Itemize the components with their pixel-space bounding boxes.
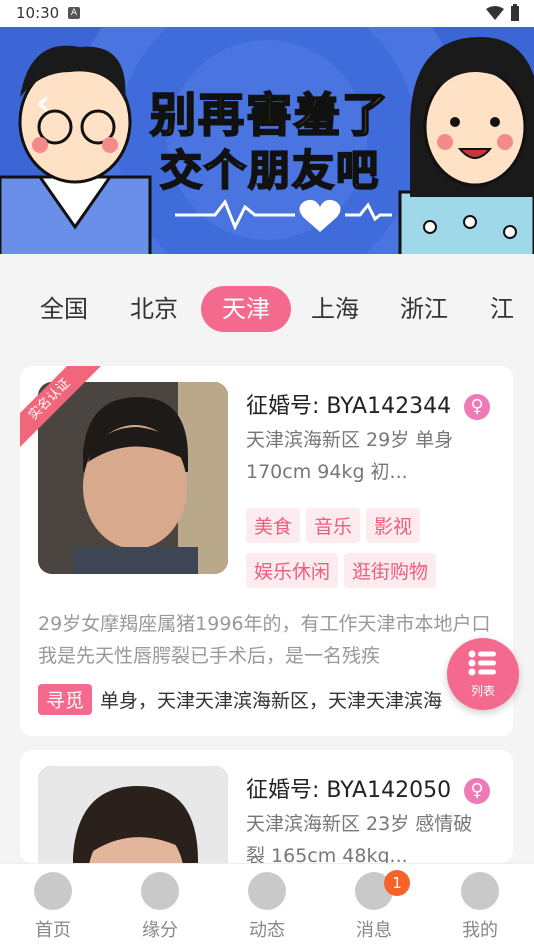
tab-shanghai[interactable]: 上海 [311,286,359,332]
portrait-image [38,382,228,574]
profile-info: 天津滨海新区 29岁 单身 170cm 94kg 初... [246,429,454,483]
profile-photo [38,766,228,863]
home-icon [34,872,72,910]
banner-title-line1: 别再害羞了 [149,87,390,143]
profile-id-label: 征婚号: [246,394,320,419]
list-view-label: 列表 [470,684,495,698]
nav-home[interactable]: 首页 [13,872,93,942]
nav-match[interactable]: 缘分 [120,872,200,942]
seek-badge: 寻觅 [38,684,93,715]
city-tabs: 全国 北京 天津 上海 浙江 江 [0,280,534,340]
tab-zhejiang[interactable]: 浙江 [400,286,448,332]
seek-text: 单身，天津天津滨海新区，天津天津滨海 [100,690,443,712]
notification-a-icon: A [68,7,80,19]
nav-moments-label: 动态 [249,920,285,941]
tab-jiang[interactable]: 江 [490,286,514,332]
interest-tag: 音乐 [306,508,361,543]
profile-photo [38,382,228,574]
wifi-icon [486,6,504,20]
seek-line: 寻觅 单身，天津天津滨海新区，天津天津滨海 [38,684,442,715]
profile-card[interactable]: 征婚号: BYA142050 ♀ 天津滨海新区 23岁 感情破裂 165cm 4… [20,750,513,863]
profile-id-line: 征婚号: BYA142344 ♀ [246,388,491,420]
bottom-nav: 首页 缘分 动态 1 消息 我的 [0,863,534,951]
profile-intro: 29岁女摩羯座属猪1996年的，有工作天津市本地户口我是先天性唇腭裂已手术后，是… [38,613,491,667]
back-icon[interactable]: ‹ [36,83,50,123]
banner-title-line2: 交个朋友吧 [159,145,381,196]
status-time: 10:30 [16,4,60,22]
female-icon: ♀ [464,394,491,420]
profile-id: BYA142050 [326,778,452,803]
nav-mine-label: 我的 [462,920,498,941]
status-bar: 10:30 A [0,0,534,27]
nav-moments[interactable]: 动态 [227,872,307,942]
match-icon [141,872,179,910]
nav-messages-label: 消息 [356,920,392,941]
nav-mine[interactable]: 我的 [440,872,520,942]
portrait-image [38,766,228,863]
tab-beijing[interactable]: 北京 [130,286,178,332]
list-view-button[interactable]: 列表 [447,638,519,710]
battery-icon [511,4,519,21]
female-icon: ♀ [464,778,491,804]
nav-home-label: 首页 [35,920,71,941]
profile-icon [461,872,499,910]
interest-tag: 逛街购物 [344,553,437,588]
tab-quanguo[interactable]: 全国 [40,286,88,332]
profile-id-line: 征婚号: BYA142050 ♀ [246,772,491,804]
list-icon [468,650,496,676]
interest-tags: 美食 音乐 影视 娱乐休闲 逛街购物 [246,508,506,598]
profile-id: BYA142344 [326,394,452,419]
banner: ‹ 别再害羞了 交个朋友吧 [0,27,534,254]
nav-messages[interactable]: 1 消息 [334,870,414,942]
nav-match-label: 缘分 [142,920,178,941]
profile-info: 天津滨海新区 23岁 感情破裂 165cm 48kg... [246,813,473,863]
unread-badge: 1 [384,870,410,896]
interest-tag: 美食 [246,508,301,543]
moments-icon [248,872,286,910]
profile-id-label: 征婚号: [246,778,320,803]
interest-tag: 娱乐休闲 [246,553,339,588]
interest-tag: 影视 [366,508,421,543]
profile-card[interactable]: 实名认证 征婚号: BYA142344 ♀ 天津滨海新区 29岁 单身 170c… [20,366,513,736]
tab-tianjin[interactable]: 天津 [201,286,291,332]
